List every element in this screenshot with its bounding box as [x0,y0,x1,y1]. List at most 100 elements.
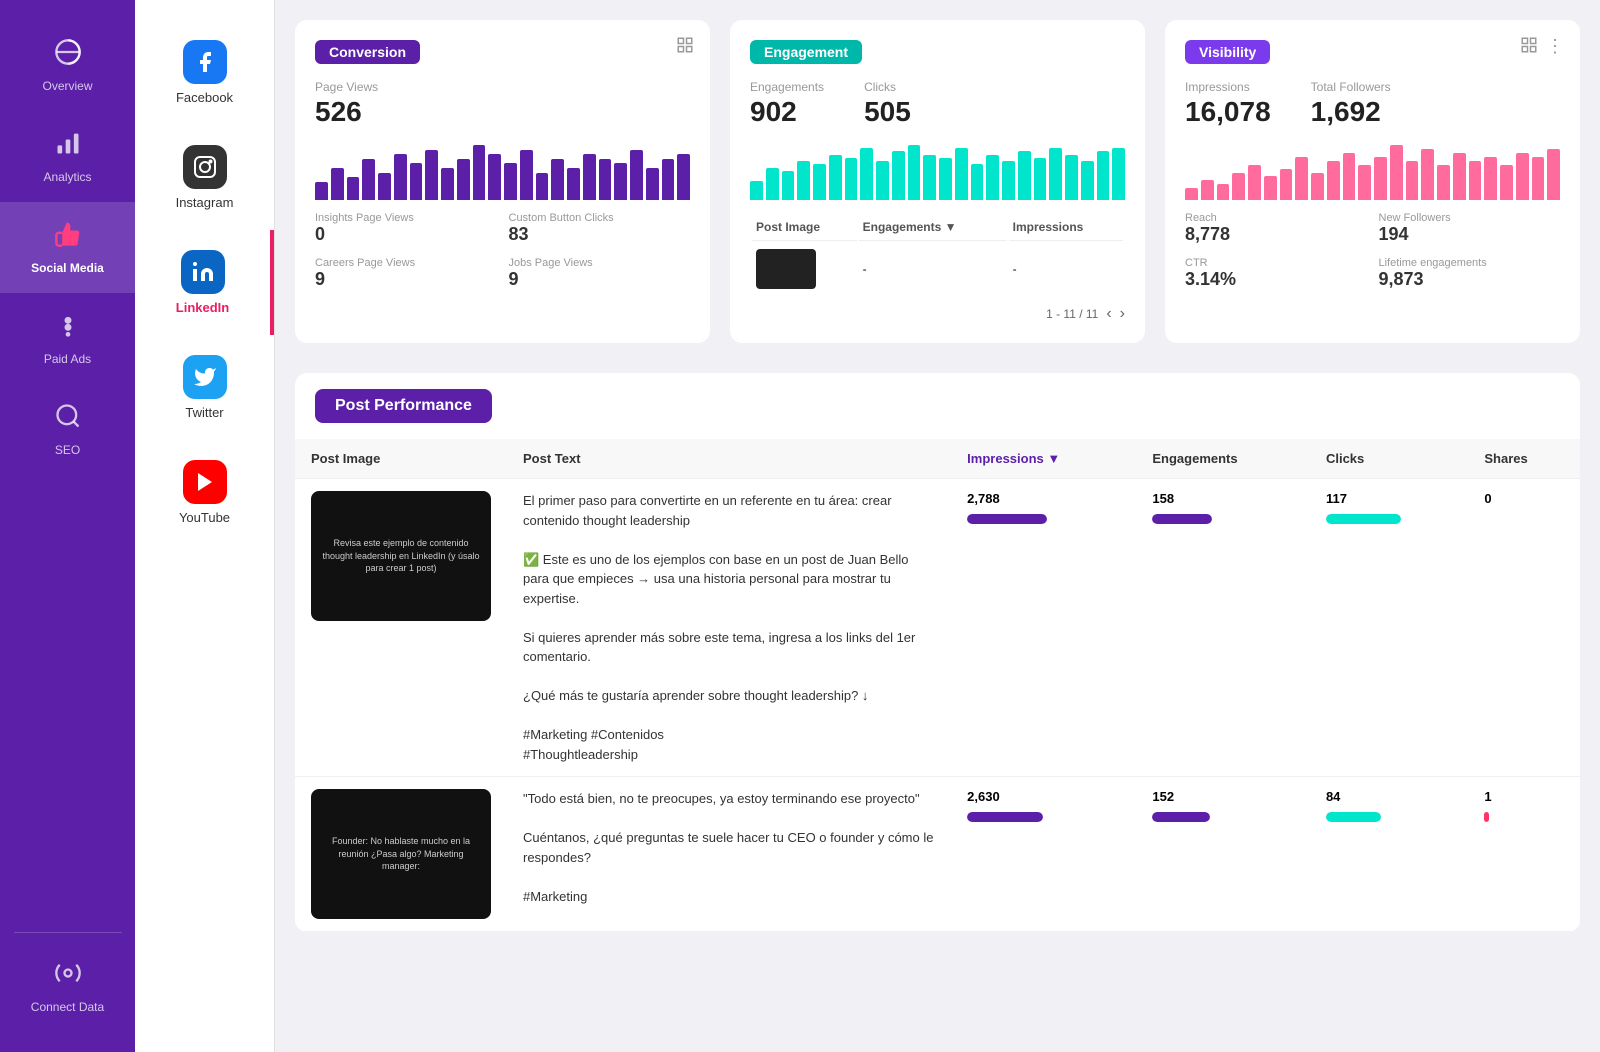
pp-col-text: Post Text [507,439,951,479]
engagement-card: Engagement Engagements 902 Clicks 505 Po… [730,20,1145,343]
page-views-metric: Page Views 526 [315,80,378,128]
pp-shares-cell: 0 [1468,479,1580,777]
nav-facebook[interactable]: Facebook [135,20,274,125]
visibility-menu-icon[interactable]: ⋮ [1546,36,1564,59]
next-page-button[interactable]: › [1120,305,1125,323]
pp-impressions-cell: 2,788 [951,479,1136,777]
impressions-label: Impressions [1185,80,1271,94]
careers-value: 9 [315,269,325,289]
connect-data-label: Connect Data [31,1000,104,1014]
reach-metric: Reach 8,778 [1185,212,1367,245]
post-performance-table: Post Image Post Text Impressions ▼ Engag… [295,439,1580,932]
nav-youtube[interactable]: YouTube [135,440,274,545]
pagination-info: 1 - 11 / 11 [1046,307,1098,321]
social-media-icon [54,220,82,255]
nav-seo[interactable]: SEO [0,384,135,475]
total-followers-value: 1,692 [1311,96,1381,127]
nav-overview[interactable]: Overview [0,20,135,111]
pp-post-image: Founder: No hablaste mucho en la reunión… [311,789,491,919]
visibility-chart-icon[interactable] [1520,36,1538,59]
conversion-sub-metrics: Insights Page Views 0 Custom Button Clic… [315,212,690,290]
custom-button-clicks-metric: Custom Button Clicks 83 [509,212,691,245]
post-performance-section: Post Performance Post Image Post Text Im… [295,373,1580,932]
post-performance-header: Post Performance [295,373,1580,439]
reach-label: Reach [1185,212,1367,224]
jobs-page-views-metric: Jobs Page Views 9 [509,257,691,290]
pp-post-image-cell: Revisa este ejemplo de contenido thought… [295,479,507,777]
ctr-value: 3.14% [1185,269,1236,289]
careers-page-views-metric: Careers Page Views 9 [315,257,497,290]
custom-clicks-value: 83 [509,224,529,244]
impressions-cell: - [1009,243,1123,295]
nav-analytics[interactable]: Analytics [0,111,135,202]
pp-col-impressions[interactable]: Impressions ▼ [951,439,1136,479]
pp-engagements-cell: 152 [1136,777,1310,932]
engagements-value: 902 [750,96,797,127]
conversion-chart [315,140,690,200]
pp-post-text-cell: "Todo está bien, no te preocupes, ya est… [507,777,951,932]
nav-paid-ads[interactable]: Paid Ads [0,293,135,384]
reach-value: 8,778 [1185,224,1230,244]
total-followers-metric: Total Followers 1,692 [1311,80,1391,128]
page-views-label: Page Views [315,80,378,94]
insights-value: 0 [315,224,325,244]
engagement-table-container: Post Image Engagements ▼ Impressions - - [750,212,1125,323]
seo-label: SEO [55,443,80,457]
engagement-metrics: Engagements 902 Clicks 505 [750,80,1125,128]
pp-col-shares[interactable]: Shares [1468,439,1580,479]
connect-data-icon [54,959,82,994]
table-row: - - [752,243,1123,295]
engagement-table: Post Image Engagements ▼ Impressions - - [750,212,1125,297]
analytics-label: Analytics [43,170,91,184]
youtube-label: YouTube [179,510,230,525]
conversion-badge: Conversion [315,40,420,64]
conversion-metrics: Page Views 526 [315,80,690,128]
conversion-card-actions [676,36,694,59]
social-media-label: Social Media [31,261,104,275]
col-impressions: Impressions [1009,214,1123,241]
pp-shares-cell: 1 [1468,777,1580,932]
insights-page-views-metric: Insights Page Views 0 [315,212,497,245]
nav-social-media[interactable]: Social Media [0,202,135,293]
engagement-chart [750,140,1125,200]
prev-page-button[interactable]: ‹ [1106,305,1111,323]
visibility-badge: Visibility [1185,40,1270,64]
linkedin-label: LinkedIn [176,300,229,315]
clicks-value: 505 [864,96,911,127]
paid-ads-label: Paid Ads [44,352,91,366]
pagination: 1 - 11 / 11 ‹ › [750,305,1125,323]
clicks-label: Clicks [864,80,911,94]
metrics-cards-row: Conversion Page Views 526 Insights Page … [295,20,1580,343]
visibility-card-actions: ⋮ [1520,36,1564,59]
facebook-label: Facebook [176,90,233,105]
nav-linkedin[interactable]: LinkedIn [135,230,274,335]
impressions-metric: Impressions 16,078 [1185,80,1271,128]
careers-label: Careers Page Views [315,257,497,269]
nav-connect-data[interactable]: Connect Data [0,941,135,1032]
pp-col-engagements[interactable]: Engagements [1136,439,1310,479]
nav-instagram[interactable]: Instagram [135,125,274,230]
chart-icon[interactable] [676,36,694,59]
post-performance-badge: Post Performance [315,389,492,423]
nav-twitter[interactable]: Twitter [135,335,274,440]
post-thumbnail [756,249,816,289]
linkedin-icon [181,250,225,294]
analytics-icon [54,129,82,164]
overview-label: Overview [42,79,92,93]
main-content: Conversion Page Views 526 Insights Page … [275,0,1600,1052]
visibility-sub-metrics: Reach 8,778 New Followers 194 CTR 3.14% … [1185,212,1560,290]
pp-impressions-cell: 2,630 [951,777,1136,932]
new-followers-value: 194 [1379,224,1409,244]
engagements-label: Engagements [750,80,824,94]
facebook-icon [183,40,227,84]
total-followers-label: Total Followers [1311,80,1391,94]
instagram-icon [183,145,227,189]
clicks-metric: Clicks 505 [864,80,911,128]
jobs-label: Jobs Page Views [509,257,691,269]
new-followers-metric: New Followers 194 [1379,212,1561,245]
pp-col-clicks[interactable]: Clicks [1310,439,1468,479]
post-thumb-cell [752,243,857,295]
col-engagements[interactable]: Engagements ▼ [859,214,1007,241]
nav-divider [14,932,122,933]
visibility-chart [1185,140,1560,200]
